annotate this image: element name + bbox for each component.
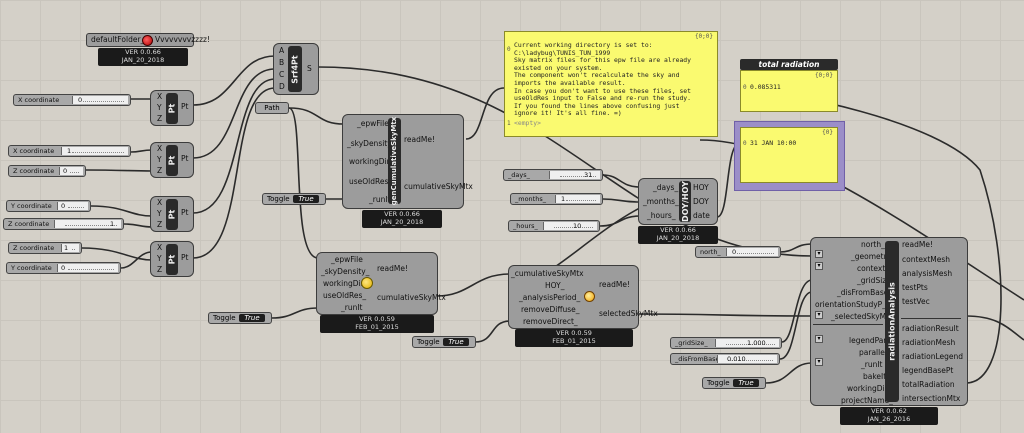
default-folder-value: Vvvvvvvvzzzz!: [155, 35, 210, 44]
panel-index: {0;0}: [694, 33, 713, 40]
pt-nickname: Pt: [166, 93, 178, 124]
wire: [288, 107, 345, 125]
wire: [130, 149, 153, 153]
expand-menu-icon[interactable]: ▾: [815, 358, 823, 366]
divider: [813, 324, 883, 325]
gen-cumulative-sky-mtx-old[interactable]: _epwFile _skyDensity_ workingDir_ useOld…: [316, 252, 446, 315]
input-c[interactable]: C: [279, 70, 284, 80]
srf4pt-component[interactable]: A B C D Srf4Pt S: [273, 43, 319, 95]
gen-sky-new-footer: VER 0.0.66 JAN_20_2018: [362, 210, 442, 228]
disfrombase-slider[interactable]: _disFromBase 0.010: [670, 353, 780, 365]
panel-empty-text: <empty>: [514, 119, 541, 127]
pt-component-2[interactable]: X Y Z Pt Pt: [150, 142, 194, 178]
gen-cumulative-sky-mtx-new[interactable]: _epwFile _skyDensity_ workingDir_ useOld…: [342, 114, 473, 209]
x-coordinate-slider-2[interactable]: X coordinate 1: [8, 145, 131, 157]
pt-nickname: Pt: [166, 145, 178, 176]
select-sky-mtx[interactable]: _cumulativeSkyMtx HOY_ _analysisPeriod_ …: [508, 265, 658, 329]
z-coordinate-slider-2[interactable]: Z coordinate 0: [8, 165, 86, 177]
wire: [779, 243, 813, 253]
date-panel[interactable]: {0} 0 31 JAN 10:00: [740, 127, 838, 183]
wire: [474, 320, 511, 343]
wire: [192, 55, 276, 106]
pt-nickname: Pt: [166, 199, 178, 230]
ladybug-icon: [584, 291, 595, 302]
gen-sky-old-footer: VER 0.0.59 FEB_01_2015: [320, 315, 434, 333]
total-radiation-panel[interactable]: {0;0} 0 0.085311: [740, 70, 838, 112]
srf4pt-nickname: Srf4Pt: [288, 46, 302, 92]
toggle-4[interactable]: Toggle True: [702, 377, 766, 389]
input-b[interactable]: B: [279, 58, 284, 68]
toggle-2[interactable]: Toggle True: [208, 312, 272, 324]
wire: [436, 273, 511, 297]
radiation-analysis-nickname: radiationAnalysis: [885, 241, 899, 402]
wire: [965, 315, 1024, 341]
path-param[interactable]: Path: [255, 102, 289, 114]
pt-component-4[interactable]: X Y Z Pt Pt: [150, 241, 194, 277]
default-folder-label: defaultFolder_: [91, 35, 145, 44]
expand-menu-icon[interactable]: ▾: [815, 250, 823, 258]
wire: [271, 307, 319, 319]
wire: [465, 87, 505, 140]
pt-component-1[interactable]: X Y Z Pt Pt: [150, 90, 194, 126]
wire: [599, 215, 641, 227]
readme-panel[interactable]: {0;0} 0 Current working directory is set…: [504, 31, 718, 137]
panel-lead: 0: [507, 46, 511, 53]
wire: [637, 313, 813, 317]
gridsize-slider[interactable]: _gridSize_ 1.000: [670, 337, 782, 349]
radiation-analysis-footer: VER 0.0.62 JAN_26_2016: [840, 407, 938, 425]
divider: [901, 318, 961, 319]
total-radiation-title: total radiation: [740, 59, 838, 70]
wire: [765, 362, 813, 384]
ladybug-icon: [361, 277, 373, 289]
wire: [123, 223, 153, 228]
y-coordinate-slider-3[interactable]: Y coordinate 0: [6, 200, 91, 212]
expand-menu-icon[interactable]: ▾: [815, 262, 823, 270]
expand-menu-icon[interactable]: ▾: [815, 335, 823, 343]
wire: [602, 174, 641, 188]
doy-hoy-footer: VER 0.0.66 JAN_20_2018: [638, 226, 718, 244]
input-a[interactable]: A: [279, 46, 284, 56]
wire: [288, 107, 319, 259]
default-folder-footer: VER 0.0.66 JAN_20_2018: [98, 48, 188, 66]
toggle-1[interactable]: Toggle True: [262, 193, 326, 205]
gen-sky-nickname: genCumulativeSkyMtx: [388, 117, 401, 205]
days-slider[interactable]: _days_ 31: [503, 169, 603, 181]
north-slider[interactable]: north_ 0: [695, 246, 781, 258]
doy-hoy-component[interactable]: _days_ _months_ _hours_ DOY/HOY HOY DOY …: [638, 178, 718, 225]
wire: [781, 279, 813, 343]
select-sky-footer: VER 0.0.59 FEB_01_2015: [515, 329, 633, 347]
months-slider[interactable]: _months_ 1: [510, 193, 603, 205]
grasshopper-canvas[interactable]: defaultFolder_ Vvvvvvvvzzzz! VER 0.0.66 …: [0, 0, 1024, 433]
doy-hoy-nickname: DOY/HOY: [679, 181, 691, 222]
wire: [90, 205, 153, 217]
wire: [602, 198, 641, 203]
wire: [81, 247, 153, 261]
radiation-analysis-component[interactable]: north_ _geometry context_ _gridSize_ _di…: [810, 237, 968, 406]
version-text: VER 0.0.66: [125, 48, 161, 56]
panel-lead-2: 1: [507, 120, 511, 127]
y-coordinate-slider-4[interactable]: Y coordinate 0: [6, 262, 121, 274]
default-folder-param[interactable]: defaultFolder_ Vvvvvvvvzzzz!: [86, 33, 210, 47]
toggle-3[interactable]: Toggle True: [412, 336, 476, 348]
z-coordinate-slider-4[interactable]: Z coordinate 1: [8, 242, 82, 254]
expand-menu-icon[interactable]: ▾: [815, 311, 823, 319]
wire: [85, 169, 153, 172]
output-s[interactable]: S: [307, 64, 312, 74]
pt-nickname: Pt: [166, 244, 178, 275]
hours-slider[interactable]: _hours_ 10: [508, 220, 600, 232]
pt-component-3[interactable]: X Y Z Pt Pt: [150, 196, 194, 232]
wire: [779, 291, 813, 360]
input-d[interactable]: D: [279, 82, 285, 92]
ladybug-icon: [142, 35, 153, 46]
z-coordinate-slider-3[interactable]: Z coordinate 1: [3, 218, 124, 230]
panel-text: Current working directory is set to: C:\…: [514, 41, 691, 118]
date-text: JAN_20_2018: [121, 56, 165, 64]
x-coordinate-slider-1[interactable]: X coordinate 0: [13, 94, 131, 106]
